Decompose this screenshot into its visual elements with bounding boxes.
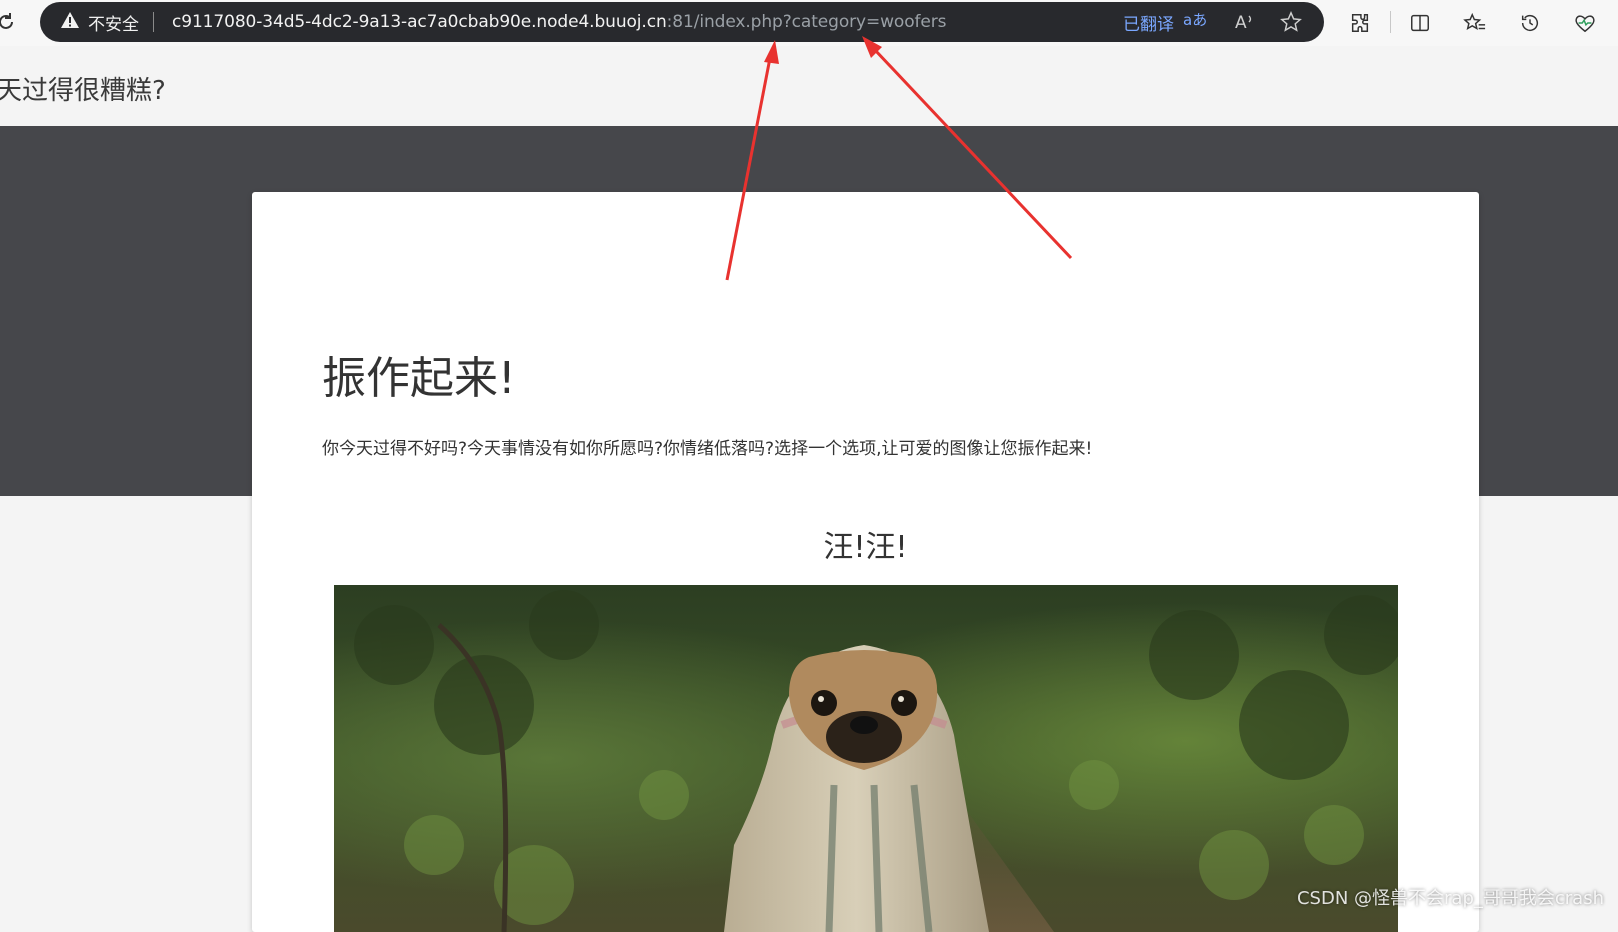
site-title: 天过得很糟糕? bbox=[0, 70, 166, 107]
url-path: :81/index.php?category=woofers bbox=[667, 12, 947, 32]
address-bar[interactable]: 不安全 c9117080-34d5-4dc2-9a13-ac7a0cbab90e… bbox=[40, 2, 1324, 42]
extensions-icon[interactable] bbox=[1345, 8, 1375, 38]
health-icon[interactable] bbox=[1570, 8, 1600, 38]
translated-label: 已翻译 bbox=[1123, 10, 1174, 35]
site-header: 天过得很糟糕? bbox=[0, 46, 1618, 126]
page-heading: 振作起来! bbox=[322, 342, 516, 406]
warning-icon bbox=[60, 11, 80, 34]
svg-text:A: A bbox=[1235, 13, 1247, 32]
toolbar-separator bbox=[1390, 11, 1391, 33]
security-indicator[interactable]: 不安全 bbox=[60, 2, 139, 42]
watermark: CSDN @怪兽不会rap_哥哥我会crash bbox=[1297, 884, 1604, 910]
address-divider bbox=[153, 12, 154, 32]
reload-icon[interactable] bbox=[0, 8, 20, 36]
content-card: 振作起来! 你今天过得不好吗?今天事情没有如你所愿吗?你情绪低落吗?选择一个选项… bbox=[252, 192, 1479, 932]
url-host: c9117080-34d5-4dc2-9a13-ac7a0cbab90e.nod… bbox=[172, 12, 667, 32]
split-screen-icon[interactable] bbox=[1405, 8, 1435, 38]
url-text[interactable]: c9117080-34d5-4dc2-9a13-ac7a0cbab90e.nod… bbox=[172, 12, 946, 32]
history-icon[interactable] bbox=[1515, 8, 1545, 38]
read-aloud-icon[interactable]: A bbox=[1230, 2, 1260, 42]
star-icon[interactable] bbox=[1276, 2, 1306, 42]
pug-photo bbox=[334, 585, 1398, 932]
category-heading: 汪!汪! bbox=[252, 522, 1479, 566]
svg-text:aあ: aあ bbox=[1183, 11, 1206, 29]
favorites-icon[interactable] bbox=[1460, 8, 1490, 38]
page-description: 你今天过得不好吗?今天事情没有如你所愿吗?你情绪低落吗?选择一个选项,让可爱的图… bbox=[322, 434, 1092, 459]
translate-indicator[interactable]: 已翻译 aあ bbox=[1123, 2, 1206, 42]
translate-icon: aあ bbox=[1182, 10, 1206, 35]
security-label: 不安全 bbox=[88, 10, 139, 35]
browser-toolbar: 不安全 c9117080-34d5-4dc2-9a13-ac7a0cbab90e… bbox=[0, 0, 1618, 46]
